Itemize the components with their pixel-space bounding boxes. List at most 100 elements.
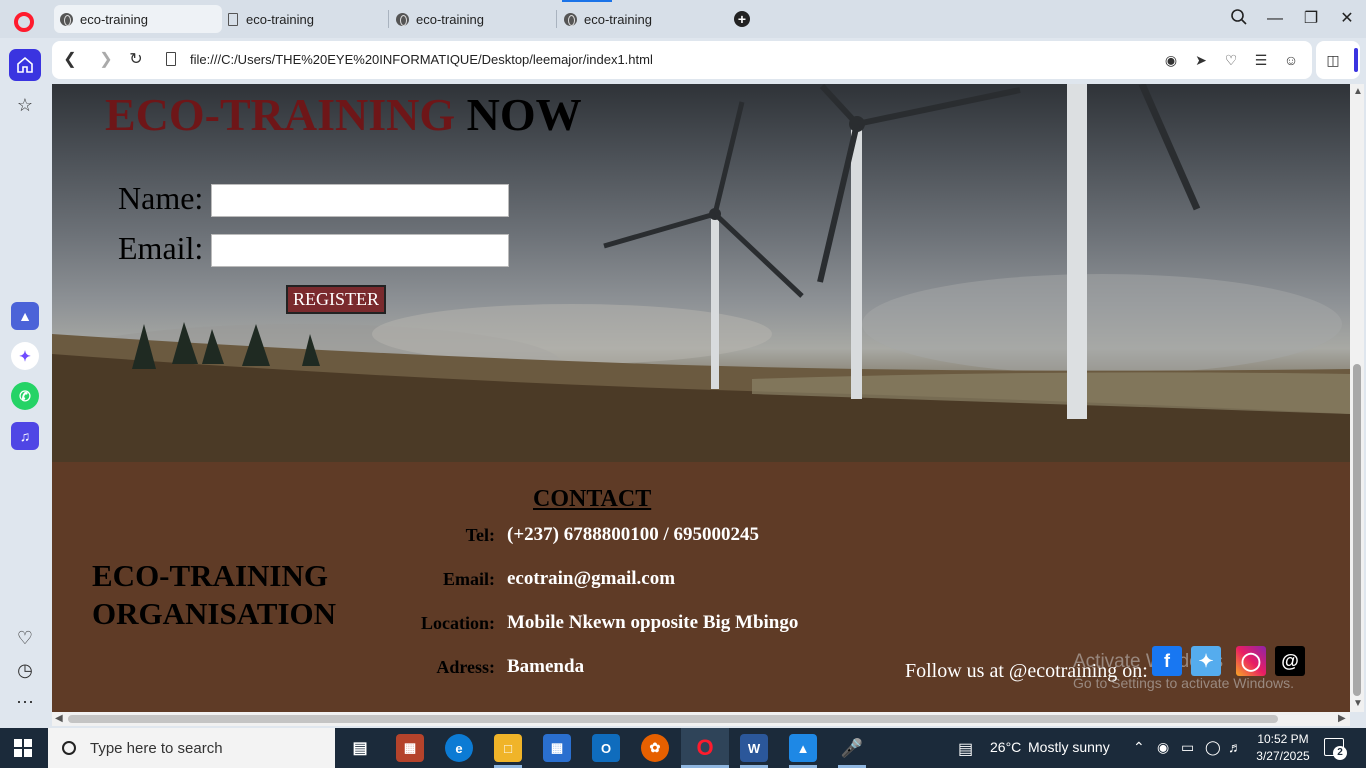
- office-app-icon[interactable]: ▦: [396, 734, 424, 762]
- outlook-icon[interactable]: O: [592, 734, 620, 762]
- vertical-scrollbar[interactable]: ▲ ▼: [1350, 84, 1364, 712]
- scroll-up-arrow-icon[interactable]: ▲: [1353, 86, 1363, 97]
- address-value: Bamenda: [507, 656, 585, 677]
- tab-strip: eco-training eco-training eco-training e…: [0, 0, 1366, 38]
- notification-count: 2: [1333, 746, 1347, 760]
- reload-button[interactable]: ↻: [126, 50, 146, 70]
- clock[interactable]: 10:52 PM 3/27/2025: [1256, 731, 1310, 765]
- tab-4[interactable]: eco-training: [558, 5, 726, 33]
- facebook-icon[interactable]: f: [1152, 646, 1182, 676]
- forward-button[interactable]: ❯: [96, 50, 116, 70]
- task-view-icon[interactable]: ▤: [346, 734, 374, 762]
- file-icon: [166, 52, 176, 66]
- tab-label: eco-training: [416, 11, 484, 27]
- star-icon[interactable]: ☆: [13, 93, 37, 117]
- cube-icon: ◫: [1326, 52, 1340, 68]
- tab-divider: [556, 10, 557, 28]
- name-label: Name:: [118, 180, 204, 216]
- taskbar-search[interactable]: Type here to search: [48, 728, 335, 768]
- battery-icon[interactable]: ▭: [1181, 739, 1194, 756]
- tab-1[interactable]: eco-training: [54, 5, 222, 33]
- scroll-down-arrow-icon[interactable]: ▼: [1353, 698, 1363, 709]
- address-bar: ❮ ❯ ↻ file:///C:/Users/THE%20EYE%20INFOR…: [52, 41, 1312, 79]
- instagram-icon[interactable]: ◯: [1236, 646, 1266, 676]
- more-icon[interactable]: ⋯: [13, 690, 37, 714]
- whatsapp-icon[interactable]: ✆: [11, 382, 39, 410]
- weather-text[interactable]: Mostly sunny: [1028, 739, 1110, 755]
- aria-icon[interactable]: ▲: [11, 302, 39, 330]
- network-icon[interactable]: ◯: [1205, 739, 1221, 756]
- email-label: Email:: [118, 230, 204, 266]
- messenger-icon[interactable]: ✦: [11, 342, 39, 370]
- store-icon[interactable]: ▦: [543, 734, 571, 762]
- heart-icon[interactable]: ♡: [13, 626, 37, 650]
- volume-icon[interactable]: ♬: [1228, 739, 1242, 755]
- meet-now-icon[interactable]: ◉: [1157, 739, 1169, 756]
- scroll-left-arrow-icon[interactable]: ◀: [55, 713, 63, 724]
- email-input[interactable]: [211, 234, 509, 267]
- twitter-icon[interactable]: ✦: [1191, 646, 1221, 676]
- camera-icon[interactable]: ◉: [1162, 51, 1180, 69]
- new-tab-button[interactable]: +: [734, 11, 750, 27]
- photos-icon[interactable]: ▲: [789, 734, 817, 762]
- email-contact-label: Email:: [443, 569, 495, 589]
- tab-3[interactable]: eco-training: [390, 5, 558, 33]
- file-explorer-icon[interactable]: □: [494, 734, 522, 762]
- weather-icon[interactable]: ▤: [958, 739, 973, 759]
- home-icon[interactable]: [9, 49, 41, 81]
- minimize-button[interactable]: —: [1263, 8, 1287, 30]
- globe-icon: [396, 12, 409, 26]
- clock-date: 3/27/2025: [1256, 749, 1310, 763]
- scroll-right-arrow-icon[interactable]: ▶: [1338, 713, 1346, 724]
- globe-icon: [60, 12, 73, 26]
- weather-temp[interactable]: 26°C: [990, 739, 1021, 755]
- address-label: Adress:: [436, 657, 495, 677]
- history-icon[interactable]: ◷: [13, 658, 37, 682]
- follow-text: Follow us at @ecotraining on:: [905, 660, 1148, 682]
- location-label: Location:: [421, 613, 495, 633]
- word-icon[interactable]: W: [740, 734, 768, 762]
- threads-icon[interactable]: @: [1275, 646, 1305, 676]
- taskbar: Type here to search ▤ ▦ e □ ▦ O ✿ O W ▲ …: [0, 728, 1366, 768]
- send-icon[interactable]: ➤: [1192, 51, 1210, 69]
- url-field[interactable]: file:///C:/Users/THE%20EYE%20INFORMATIQU…: [190, 52, 653, 67]
- tel-value: (+237) 6788800100 / 695000245: [507, 524, 760, 545]
- search-tabs-icon[interactable]: [1227, 8, 1251, 30]
- register-button[interactable]: REGISTER: [286, 285, 386, 314]
- voice-recorder-icon[interactable]: 🎤: [838, 734, 866, 762]
- email-contact-value: ecotrain@gmail.com: [507, 568, 676, 589]
- title-now: NOW: [466, 89, 582, 140]
- tab-label: eco-training: [80, 11, 148, 27]
- tab-loading-indicator: [562, 0, 612, 2]
- windows-start-icon[interactable]: [14, 739, 32, 757]
- search-icon: [62, 741, 76, 755]
- easy-setup-icon[interactable]: ☰: [1252, 51, 1270, 69]
- opera-icon[interactable]: O: [691, 734, 719, 762]
- horizontal-scrollbar[interactable]: ◀ ▶: [52, 712, 1350, 726]
- close-window-button[interactable]: ✕: [1335, 8, 1359, 30]
- heart-icon[interactable]: ♡: [1222, 51, 1240, 69]
- music-player-icon[interactable]: ♫: [11, 422, 39, 450]
- vertical-scroll-thumb[interactable]: [1353, 364, 1361, 696]
- horizontal-scroll-thumb[interactable]: [68, 715, 1278, 723]
- title-eco-training: ECO-TRAINING: [105, 89, 456, 140]
- edge-icon[interactable]: e: [445, 734, 473, 762]
- footer: ECO-TRAINING ORGANISATION CONTACT Tel: (…: [52, 462, 1350, 712]
- back-button[interactable]: ❮: [60, 50, 80, 70]
- tel-label: Tel:: [465, 525, 495, 545]
- page-title: ECO-TRAINING NOW: [105, 88, 582, 141]
- sidebar: ☆ ▲ ✦ ✆ ♫ ♡ ◷ ⋯: [0, 38, 50, 728]
- clock-time: 10:52 PM: [1257, 732, 1309, 746]
- taskbar-search-placeholder: Type here to search: [90, 739, 223, 757]
- show-hidden-icons-icon[interactable]: ⌃: [1133, 739, 1145, 756]
- profile-icon[interactable]: ☺: [1282, 51, 1300, 69]
- restore-button[interactable]: ❐: [1299, 8, 1323, 30]
- name-input[interactable]: [211, 184, 509, 217]
- document-icon: [228, 12, 238, 26]
- firefox-icon[interactable]: ✿: [641, 734, 669, 762]
- globe-icon: [564, 12, 577, 26]
- opera-logo-icon[interactable]: [14, 12, 34, 32]
- location-value: Mobile Nkewn opposite Big Mbingo: [507, 612, 799, 633]
- tab-divider: [388, 10, 389, 28]
- tab-2[interactable]: eco-training: [222, 5, 390, 33]
